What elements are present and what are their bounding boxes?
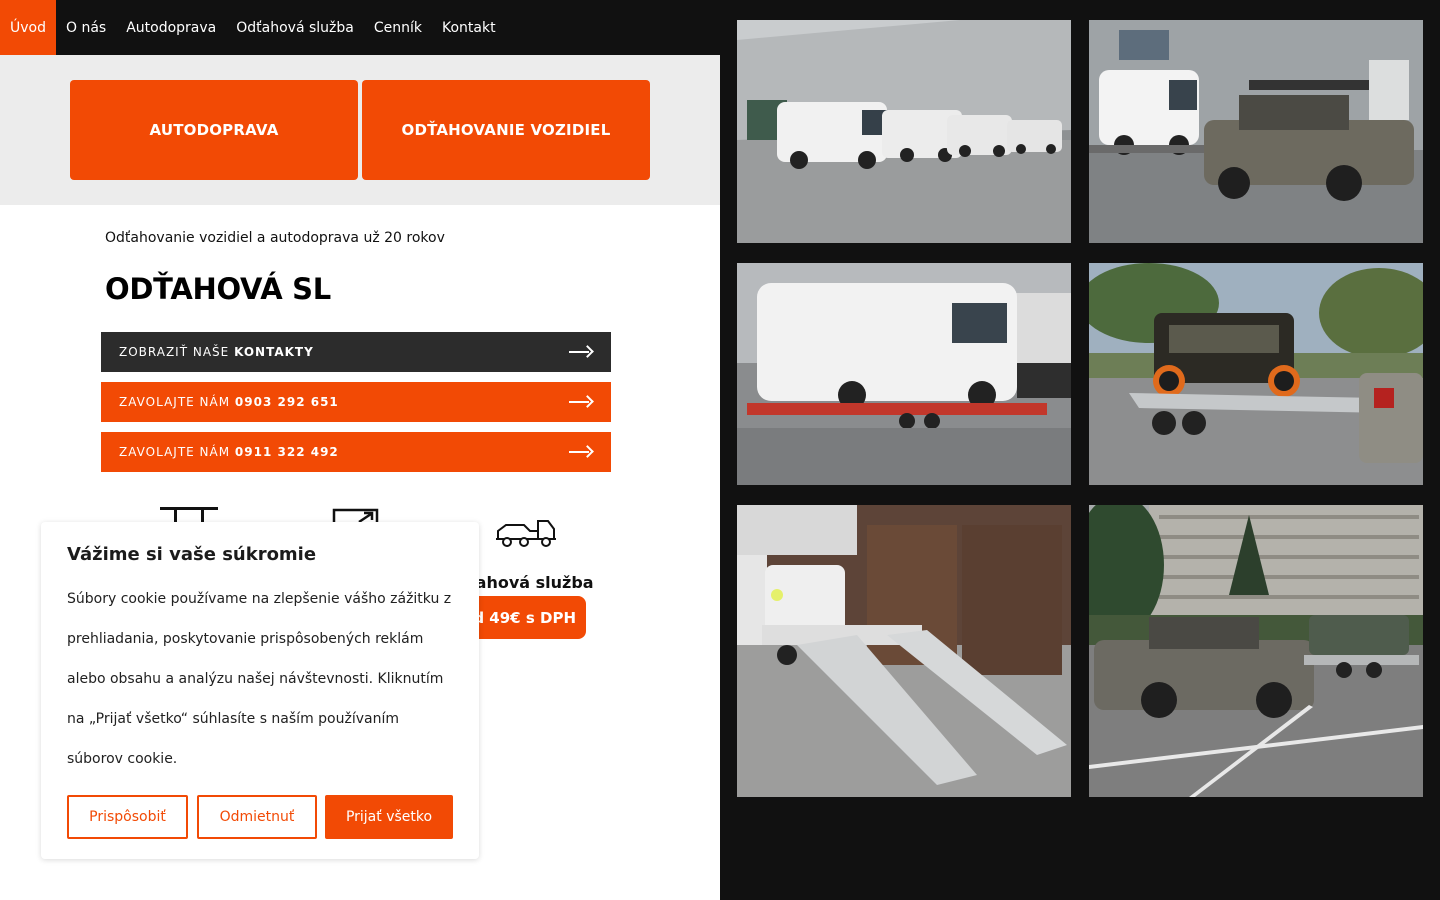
nav-item-o-nas[interactable]: O nás	[56, 0, 116, 55]
nav-item-cennik[interactable]: Cenník	[364, 0, 432, 55]
transport-button[interactable]: AUTODOPRAVA	[70, 80, 358, 180]
cookie-customize-button[interactable]: Prispôsobiť	[67, 795, 188, 839]
arrow-right-icon	[569, 446, 593, 458]
tow-truck-icon	[494, 513, 558, 549]
towing-button[interactable]: ODŤAHOVANIE VOZIDIEL	[362, 80, 650, 180]
main-nav: Úvod O nás Autodoprava Odťahová služba C…	[0, 0, 720, 55]
gallery-photo[interactable]	[737, 263, 1071, 485]
arrow-right-icon	[569, 396, 593, 408]
nav-item-kontakt[interactable]: Kontakt	[432, 0, 506, 55]
tagline: Odťahovanie vozidiel a autodoprava už 20…	[105, 230, 445, 246]
nav-item-autodoprava[interactable]: Autodoprava	[116, 0, 226, 55]
price-button[interactable]: od 49€ s DPH	[462, 596, 586, 639]
cookie-dialog: Vážime si vaše súkromie Súbory cookie po…	[41, 522, 479, 859]
nav-item-odtahova-sluzba[interactable]: Odťahová služba	[226, 0, 364, 55]
gallery-photo[interactable]	[1089, 505, 1423, 797]
photo-gallery	[720, 0, 1440, 900]
gallery-photo[interactable]	[737, 505, 1071, 797]
gallery-photo[interactable]	[1089, 20, 1423, 243]
show-contacts-button[interactable]: ZOBRAZIŤ NAŠE KONTAKTY	[101, 332, 611, 372]
cookie-accept-button[interactable]: Prijať všetko	[325, 795, 453, 839]
call-button-2[interactable]: ZAVOLAJTE NÁM 0911 322 492	[101, 432, 611, 472]
cookie-title: Vážime si vaše súkromie	[67, 544, 317, 565]
gallery-photo[interactable]	[737, 20, 1071, 243]
arrow-right-icon	[569, 346, 593, 358]
hero-band: AUTODOPRAVA ODŤAHOVANIE VOZIDIEL	[0, 55, 720, 205]
service-label: ťahová služba	[468, 573, 594, 592]
call-label-2: ZAVOLAJTE NÁM 0911 322 492	[119, 445, 339, 459]
page-title: ODŤAHOVÁ SL	[105, 272, 331, 306]
gallery-photo[interactable]	[1089, 263, 1423, 485]
call-button-1[interactable]: ZAVOLAJTE NÁM 0903 292 651	[101, 382, 611, 422]
show-contacts-label: ZOBRAZIŤ NAŠE KONTAKTY	[119, 345, 314, 359]
cookie-reject-button[interactable]: Odmietnuť	[197, 795, 317, 839]
cookie-text: Súbory cookie používame na zlepšenie váš…	[67, 591, 452, 767]
nav-item-uvod[interactable]: Úvod	[0, 0, 56, 55]
call-label-1: ZAVOLAJTE NÁM 0903 292 651	[119, 395, 339, 409]
left-panel: Úvod O nás Autodoprava Odťahová služba C…	[0, 0, 720, 900]
